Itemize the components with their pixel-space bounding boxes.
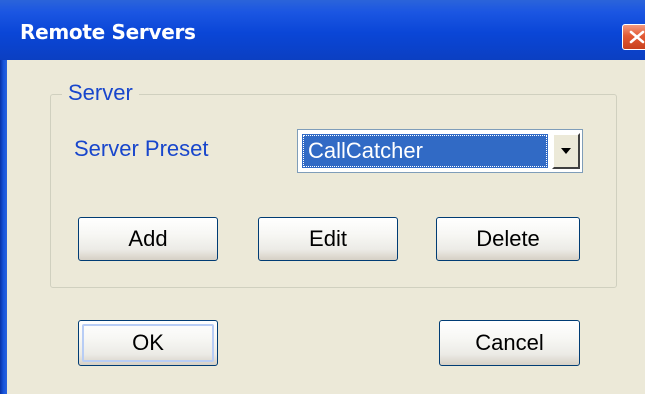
dialog-window: Remote Servers Server Server Preset Call… bbox=[0, 0, 645, 394]
title-bar[interactable]: Remote Servers bbox=[0, 0, 645, 60]
server-preset-selected-value: CallCatcher bbox=[302, 134, 548, 168]
cancel-button[interactable]: Cancel bbox=[439, 320, 580, 366]
server-preset-label: Server Preset bbox=[74, 136, 209, 161]
server-preset-dropdown[interactable]: CallCatcher bbox=[297, 129, 583, 173]
server-group-legend: Server bbox=[62, 80, 139, 106]
ok-button[interactable]: OK bbox=[78, 320, 218, 366]
close-button[interactable] bbox=[622, 24, 645, 50]
add-button-label: Add bbox=[128, 226, 168, 251]
close-icon bbox=[629, 30, 645, 44]
edit-button-label: Edit bbox=[309, 226, 347, 251]
delete-button[interactable]: Delete bbox=[436, 217, 580, 261]
add-button[interactable]: Add bbox=[78, 217, 218, 261]
cancel-button-label: Cancel bbox=[475, 330, 544, 355]
dropdown-arrow-button[interactable] bbox=[552, 133, 580, 169]
chevron-down-icon bbox=[561, 148, 571, 154]
delete-button-label: Delete bbox=[476, 226, 540, 251]
default-button-highlight bbox=[82, 324, 214, 362]
window-border bbox=[0, 60, 7, 394]
edit-button[interactable]: Edit bbox=[258, 217, 398, 261]
window-title: Remote Servers bbox=[20, 20, 196, 44]
